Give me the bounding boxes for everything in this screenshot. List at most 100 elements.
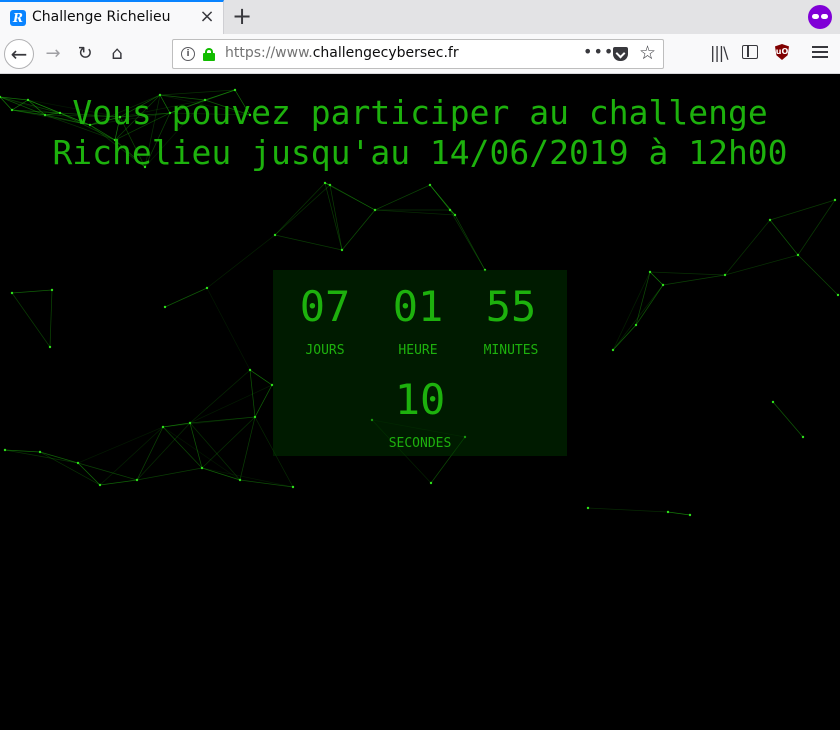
network-edge [136, 426, 164, 481]
lock-icon[interactable] [203, 48, 215, 61]
network-node [135, 478, 139, 482]
network-edge [11, 292, 51, 348]
network-edge [162, 422, 191, 428]
forward-button[interactable]: → [38, 39, 68, 69]
network-edge [162, 426, 241, 481]
network-edge [249, 369, 273, 386]
network-node [323, 181, 327, 185]
network-node [233, 88, 237, 92]
new-tab-button[interactable]: + [228, 2, 256, 30]
tab-bar: R Challenge Richelieu × + [0, 0, 840, 34]
network-node [98, 483, 102, 487]
page-actions-button[interactable]: ••• [583, 42, 614, 61]
network-node [238, 478, 242, 482]
minutes-label: MINUTES [483, 343, 539, 358]
network-node [801, 435, 805, 439]
sidebar-icon[interactable] [742, 45, 758, 59]
network-node [634, 323, 638, 327]
network-edge [77, 426, 164, 464]
network-node [161, 425, 165, 429]
network-edge [189, 384, 273, 424]
reload-button[interactable]: ↻ [70, 39, 100, 69]
network-edge [769, 199, 836, 221]
network-node [200, 466, 204, 470]
countdown-days: 07 JOURS [275, 282, 375, 360]
site-favicon-icon: R [10, 10, 26, 26]
private-browsing-icon [808, 5, 832, 29]
network-node [611, 348, 615, 352]
countdown-seconds: 10 SECONDES [370, 375, 470, 453]
headline-line-1: Vous pouvez participer au challenge [72, 93, 768, 132]
hours-value: 01 [392, 282, 444, 331]
address-bar[interactable]: i https://www.challengecybersec.fr ••• ☆ [172, 39, 664, 69]
network-edge [99, 479, 138, 486]
network-edge [429, 184, 456, 216]
network-edge [189, 416, 256, 424]
network-edge [99, 426, 164, 486]
ublock-origin-icon[interactable]: uO [775, 44, 789, 60]
seconds-value: 10 [394, 375, 446, 424]
network-node [833, 198, 837, 202]
network-edge [4, 449, 79, 464]
network-node [586, 506, 590, 510]
network-node [273, 233, 277, 237]
library-icon[interactable]: |||\ [710, 43, 729, 62]
network-edge [797, 254, 839, 296]
home-button[interactable]: ⌂ [102, 39, 132, 69]
network-node [453, 213, 457, 217]
hamburger-menu-icon[interactable] [812, 46, 828, 58]
back-button[interactable]: ← [4, 39, 34, 69]
site-info-icon[interactable]: i [181, 47, 195, 61]
network-edge [649, 271, 664, 286]
network-edge [612, 324, 637, 351]
network-edge [324, 182, 343, 251]
network-edge [162, 426, 203, 469]
network-node [373, 208, 377, 212]
network-edge [329, 184, 343, 251]
network-node [248, 368, 252, 372]
network-edge [635, 284, 664, 326]
network-edge [206, 287, 251, 371]
page-title: Vous pouvez participer au challenge Rich… [0, 93, 840, 173]
network-node [163, 305, 167, 309]
url-text[interactable]: https://www.challengecybersec.fr [225, 45, 459, 61]
network-edge [667, 511, 691, 516]
days-label: JOURS [305, 343, 345, 358]
network-node [648, 270, 652, 274]
close-tab-icon[interactable]: × [198, 8, 216, 26]
network-edge [274, 184, 331, 236]
network-edge [274, 182, 326, 236]
network-node [428, 183, 432, 187]
network-edge [164, 287, 208, 308]
network-node [50, 288, 54, 292]
countdown-minutes: 55 MINUTES [461, 282, 561, 360]
network-node [10, 291, 14, 295]
network-node [76, 461, 80, 465]
network-edge [201, 416, 256, 469]
countdown-hours: 01 HEURE [368, 282, 468, 360]
minutes-value: 55 [485, 282, 537, 331]
network-edge [587, 507, 669, 513]
network-edge [49, 289, 53, 348]
network-edge [324, 182, 376, 211]
network-edge [724, 254, 799, 276]
network-node [340, 248, 344, 252]
pocket-icon[interactable] [613, 47, 628, 61]
bookmark-star-icon[interactable]: ☆ [639, 43, 656, 63]
network-edge [201, 467, 294, 488]
network-edge [11, 289, 53, 294]
network-edge [769, 219, 799, 256]
network-node [688, 513, 692, 517]
network-edge [662, 274, 726, 286]
network-node [429, 481, 433, 485]
network-node [188, 421, 192, 425]
headline-line-2: Richelieu jusqu'au 14/06/2019 à 12h00 [52, 133, 788, 172]
network-edge [454, 214, 486, 271]
network-edge [612, 284, 664, 351]
network-node [328, 183, 332, 187]
hours-label: HEURE [398, 343, 438, 358]
network-edge [254, 384, 273, 418]
network-edge [374, 209, 456, 216]
tab-challenge-richelieu[interactable]: R Challenge Richelieu × [0, 0, 224, 34]
network-edge [612, 271, 651, 351]
